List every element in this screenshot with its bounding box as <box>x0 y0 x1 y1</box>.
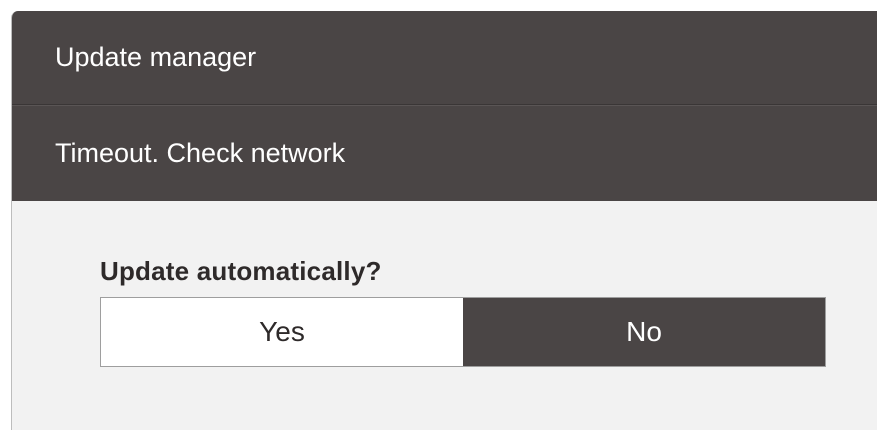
update-toggle: Yes No <box>100 297 826 367</box>
status-message: Timeout. Check network <box>55 138 346 168</box>
yes-button[interactable]: Yes <box>101 298 463 366</box>
dialog-title: Update manager <box>55 42 257 72</box>
update-manager-dialog: Update manager Timeout. Check network Up… <box>11 11 877 430</box>
dialog-title-bar: Update manager <box>12 11 877 105</box>
dialog-body: Update automatically? Yes No <box>12 201 877 367</box>
status-bar: Timeout. Check network <box>12 105 877 201</box>
question-label: Update automatically? <box>100 256 382 286</box>
no-button[interactable]: No <box>463 298 825 366</box>
